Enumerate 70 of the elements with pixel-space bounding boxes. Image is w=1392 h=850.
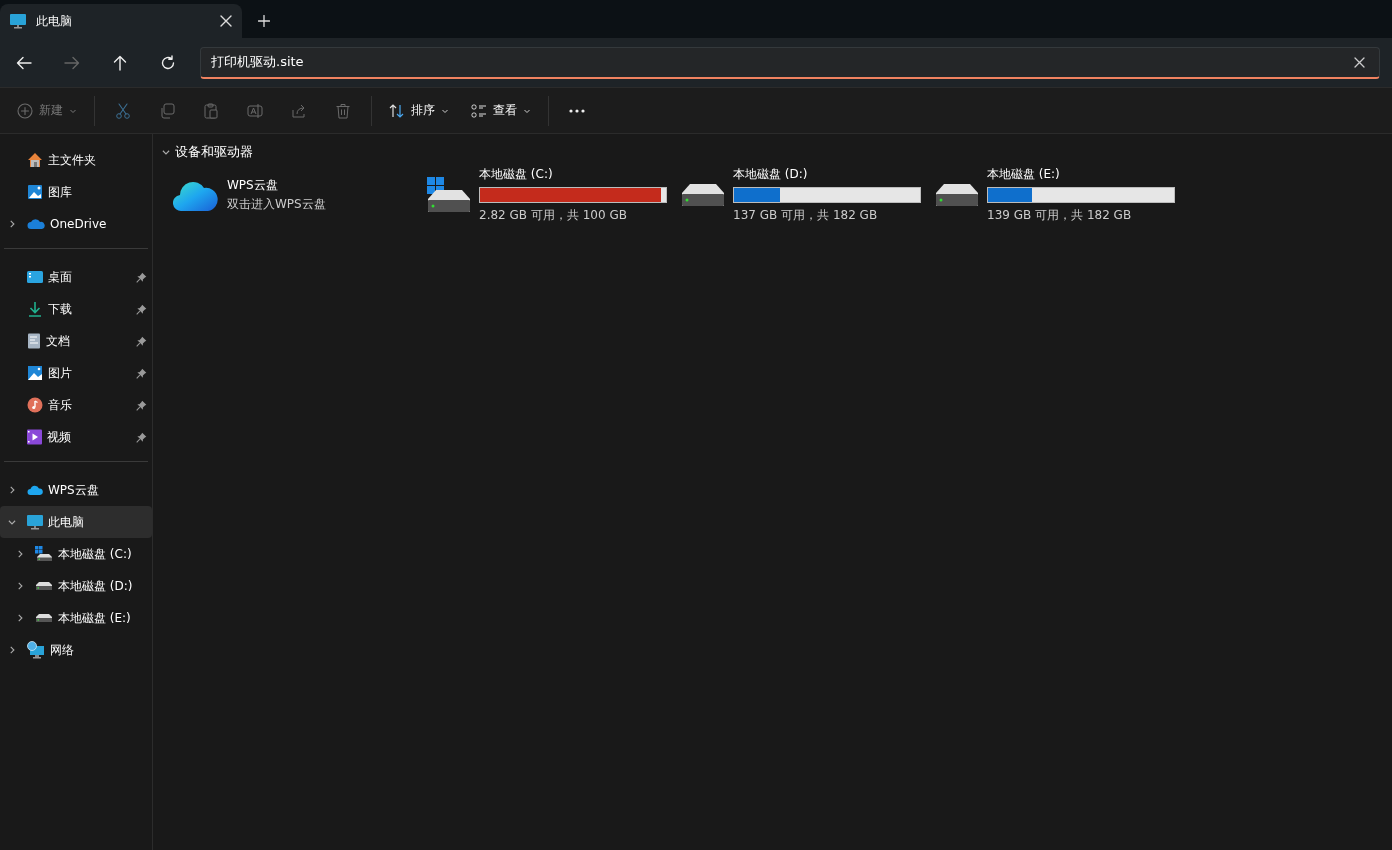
up-arrow-icon [112, 54, 128, 71]
item-subtitle: 139 GB 可用，共 182 GB [987, 207, 1133, 224]
video-icon [27, 429, 42, 445]
collapse-chevron-icon[interactable] [7, 517, 17, 527]
drive-icon [35, 546, 53, 562]
section-title: 设备和驱动器 [175, 143, 253, 161]
sidebar-item[interactable]: 下载 [0, 293, 152, 325]
item-subtitle: 137 GB 可用，共 182 GB [733, 207, 879, 224]
item-subtitle: 2.82 GB 可用，共 100 GB [479, 207, 628, 224]
sidebar-item[interactable]: OneDrive [0, 208, 152, 240]
globe-monitor-icon [27, 641, 45, 659]
sidebar-item[interactable]: 文档 [0, 325, 152, 357]
image-icon [27, 365, 43, 381]
share-icon [291, 102, 307, 119]
cloud-icon [27, 484, 43, 496]
sidebar-item[interactable]: 音乐 [0, 389, 152, 421]
collapse-chevron-icon[interactable] [161, 147, 171, 157]
trash-icon [335, 102, 351, 119]
music-note-icon [27, 397, 43, 413]
cloud-icon [27, 218, 45, 230]
drive-icon [35, 613, 53, 623]
sidebar-item[interactable]: 视频 [0, 421, 152, 453]
expand-chevron-icon[interactable] [7, 485, 17, 495]
item-name: 本地磁盘 (C:) [479, 166, 554, 183]
sort-arrows-icon [389, 102, 405, 119]
sidebar-item[interactable]: 网络 [0, 634, 152, 666]
item-subtitle: 双击进入WPS云盘 [227, 196, 326, 213]
image-icon [27, 184, 43, 200]
sidebar-item[interactable]: 主文件夹 [0, 144, 152, 176]
sidebar-item[interactable]: 本地磁盘 (D:) [0, 570, 152, 602]
scissors-icon [115, 102, 131, 119]
close-icon[interactable] [220, 15, 232, 27]
desktop-icon [27, 270, 43, 284]
monitor-icon [10, 13, 26, 29]
view-button[interactable]: 查看 [463, 94, 539, 127]
window-tab[interactable]: 此电脑 [0, 4, 242, 38]
expand-chevron-icon[interactable] [7, 645, 17, 655]
address-bar[interactable]: 打印机驱动.site [200, 46, 1380, 79]
sidebar-item[interactable]: 本地磁盘 (E:) [0, 602, 152, 634]
clipboard-icon [203, 102, 219, 119]
forward-arrow-icon [64, 54, 80, 71]
copy-icon [159, 102, 175, 119]
back-arrow-icon [16, 54, 32, 71]
monitor-icon [27, 514, 43, 530]
item-name: 本地磁盘 (E:) [987, 166, 1061, 183]
more-icon [569, 108, 585, 113]
sidebar-item[interactable]: 图片 [0, 357, 152, 389]
expand-chevron-icon[interactable] [7, 219, 17, 229]
drive-icon [35, 581, 53, 591]
expand-chevron-icon[interactable] [15, 613, 25, 623]
sidebar-item[interactable]: 此电脑 [0, 506, 152, 538]
house-icon [27, 152, 43, 168]
expand-chevron-icon[interactable] [15, 581, 25, 591]
cloud-tile[interactable]: WPS云盘 双击进入WPS云盘 [173, 172, 427, 218]
plus-circle-icon [17, 102, 33, 119]
sidebar-item[interactable]: 本地磁盘 (C:) [0, 538, 152, 570]
close-icon[interactable] [1353, 56, 1365, 68]
sidebar-item[interactable]: 图库 [0, 176, 152, 208]
download-icon [27, 301, 43, 317]
list-view-icon [471, 102, 487, 119]
item-name: WPS云盘 [227, 177, 279, 194]
plus-icon[interactable] [258, 15, 270, 27]
item-name: 本地磁盘 (D:) [733, 166, 809, 183]
expand-chevron-icon[interactable] [15, 549, 25, 559]
sidebar-item[interactable]: WPS云盘 [0, 474, 152, 506]
refresh-icon [160, 54, 176, 71]
rename-icon [247, 102, 263, 119]
sort-button[interactable]: 排序 [381, 94, 457, 127]
document-icon [27, 333, 41, 349]
sidebar-item[interactable]: 桌面 [0, 261, 152, 293]
